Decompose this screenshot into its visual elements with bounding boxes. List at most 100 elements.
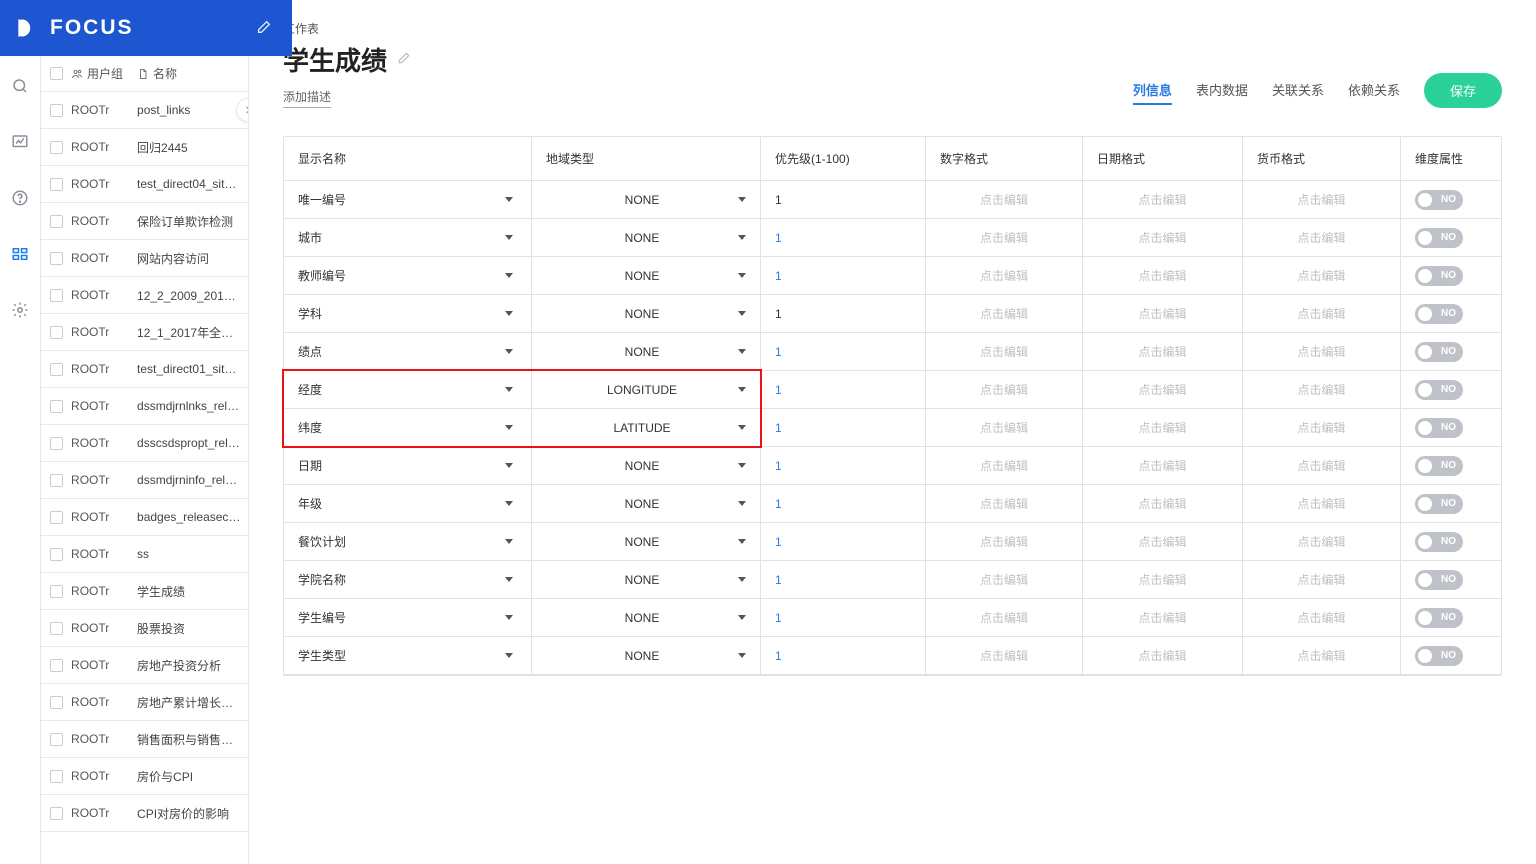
toggle-off[interactable]: NO <box>1415 380 1463 400</box>
rail-search-button[interactable] <box>4 70 36 102</box>
list-item[interactable]: ROOTr 销售面积与销售额之间的关 <box>41 721 248 758</box>
brand-edit-button[interactable] <box>256 19 272 38</box>
toggle-off[interactable]: NO <box>1415 456 1463 476</box>
panel-list[interactable]: ROOTr post_links ROOTr 回归2445 ROOTr test… <box>41 92 248 864</box>
list-item[interactable]: ROOTr dsscsdspropt_releaseci_r <box>41 425 248 462</box>
cell-dim-toggle[interactable]: NO <box>1401 181 1501 219</box>
cell-priority[interactable]: 1 <box>761 257 926 295</box>
cell-priority[interactable]: 1 <box>761 409 926 447</box>
toggle-off[interactable]: NO <box>1415 494 1463 514</box>
cell-name[interactable]: 经度 <box>284 371 532 409</box>
cell-priority[interactable]: 1 <box>761 295 926 333</box>
cell-name[interactable]: 年级 <box>284 485 532 523</box>
list-item[interactable]: ROOTr 回归2445 <box>41 129 248 166</box>
cell-date-format[interactable]: 点击编辑 <box>1083 561 1243 599</box>
cell-geo[interactable]: NONE <box>532 181 761 219</box>
cell-date-format[interactable]: 点击编辑 <box>1083 485 1243 523</box>
cell-num-format[interactable]: 点击编辑 <box>926 181 1083 219</box>
cell-num-format[interactable]: 点击编辑 <box>926 219 1083 257</box>
toggle-off[interactable]: NO <box>1415 228 1463 248</box>
list-item[interactable]: ROOTr 12_1_2017年全国主要城市 <box>41 314 248 351</box>
cell-date-format[interactable]: 点击编辑 <box>1083 599 1243 637</box>
cell-date-format[interactable]: 点击编辑 <box>1083 257 1243 295</box>
cell-currency-format[interactable]: 点击编辑 <box>1243 409 1401 447</box>
cell-num-format[interactable]: 点击编辑 <box>926 257 1083 295</box>
cell-priority[interactable]: 1 <box>761 637 926 675</box>
toggle-off[interactable]: NO <box>1415 646 1463 666</box>
cell-num-format[interactable]: 点击编辑 <box>926 409 1083 447</box>
list-item[interactable]: ROOTr 房地产累计增长面积情况 <box>41 684 248 721</box>
cell-name[interactable]: 学生类型 <box>284 637 532 675</box>
toggle-off[interactable]: NO <box>1415 608 1463 628</box>
cell-num-format[interactable]: 点击编辑 <box>926 447 1083 485</box>
cell-name[interactable]: 绩点 <box>284 333 532 371</box>
cell-currency-format[interactable]: 点击编辑 <box>1243 181 1401 219</box>
cell-num-format[interactable]: 点击编辑 <box>926 295 1083 333</box>
row-checkbox[interactable] <box>50 289 63 302</box>
toggle-off[interactable]: NO <box>1415 342 1463 362</box>
cell-date-format[interactable]: 点击编辑 <box>1083 181 1243 219</box>
cell-priority[interactable]: 1 <box>761 181 926 219</box>
cell-currency-format[interactable]: 点击编辑 <box>1243 561 1401 599</box>
cell-priority[interactable]: 1 <box>761 561 926 599</box>
cell-num-format[interactable]: 点击编辑 <box>926 485 1083 523</box>
cell-currency-format[interactable]: 点击编辑 <box>1243 523 1401 561</box>
tab-1[interactable]: 表内数据 <box>1196 76 1248 105</box>
cell-geo[interactable]: NONE <box>532 447 761 485</box>
cell-dim-toggle[interactable]: NO <box>1401 295 1501 333</box>
row-checkbox[interactable] <box>50 807 63 820</box>
cell-geo[interactable]: NONE <box>532 295 761 333</box>
title-edit-button[interactable] <box>397 51 411 68</box>
cell-name[interactable]: 日期 <box>284 447 532 485</box>
list-item[interactable]: ROOTr 学生成绩 <box>41 573 248 610</box>
cell-priority[interactable]: 1 <box>761 599 926 637</box>
col-header-priority[interactable]: 优先级(1-100) <box>761 137 926 181</box>
row-checkbox[interactable] <box>50 659 63 672</box>
cell-geo[interactable]: NONE <box>532 333 761 371</box>
list-item[interactable]: ROOTr 股票投资 <box>41 610 248 647</box>
row-checkbox[interactable] <box>50 511 63 524</box>
cell-dim-toggle[interactable]: NO <box>1401 333 1501 371</box>
cell-currency-format[interactable]: 点击编辑 <box>1243 485 1401 523</box>
cell-priority[interactable]: 1 <box>761 523 926 561</box>
list-item[interactable]: ROOTr 房地产投资分析 <box>41 647 248 684</box>
cell-dim-toggle[interactable]: NO <box>1401 219 1501 257</box>
rail-settings-button[interactable] <box>4 294 36 326</box>
tab-2[interactable]: 关联关系 <box>1272 76 1324 105</box>
cell-currency-format[interactable]: 点击编辑 <box>1243 219 1401 257</box>
cell-priority[interactable]: 1 <box>761 371 926 409</box>
list-item[interactable]: ROOTr badges_releaseci_p66352 <box>41 499 248 536</box>
cell-currency-format[interactable]: 点击编辑 <box>1243 371 1401 409</box>
row-checkbox[interactable] <box>50 437 63 450</box>
cell-priority[interactable]: 1 <box>761 333 926 371</box>
toggle-off[interactable]: NO <box>1415 304 1463 324</box>
cell-currency-format[interactable]: 点击编辑 <box>1243 447 1401 485</box>
cell-date-format[interactable]: 点击编辑 <box>1083 409 1243 447</box>
col-header-currency[interactable]: 货币格式 <box>1243 137 1401 181</box>
toggle-off[interactable]: NO <box>1415 570 1463 590</box>
cell-geo[interactable]: NONE <box>532 637 761 675</box>
col-header-dim[interactable]: 维度属性 <box>1401 137 1501 181</box>
list-item[interactable]: ROOTr ss <box>41 536 248 573</box>
row-checkbox[interactable] <box>50 770 63 783</box>
tab-3[interactable]: 依赖关系 <box>1348 76 1400 105</box>
col-header-name[interactable]: 显示名称 <box>284 137 532 181</box>
cell-num-format[interactable]: 点击编辑 <box>926 523 1083 561</box>
row-checkbox[interactable] <box>50 622 63 635</box>
cell-date-format[interactable]: 点击编辑 <box>1083 447 1243 485</box>
list-item[interactable]: ROOTr post_links <box>41 92 248 129</box>
list-item[interactable]: ROOTr 网站内容访问 <box>41 240 248 277</box>
row-checkbox[interactable] <box>50 696 63 709</box>
cell-dim-toggle[interactable]: NO <box>1401 599 1501 637</box>
breadcrumb[interactable]: 工作表 <box>283 20 411 37</box>
cell-dim-toggle[interactable]: NO <box>1401 561 1501 599</box>
cell-geo[interactable]: NONE <box>532 599 761 637</box>
row-checkbox[interactable] <box>50 141 63 154</box>
cell-date-format[interactable]: 点击编辑 <box>1083 371 1243 409</box>
col-header-num[interactable]: 数字格式 <box>926 137 1083 181</box>
cell-name[interactable]: 学生编号 <box>284 599 532 637</box>
cell-name[interactable]: 学院名称 <box>284 561 532 599</box>
list-item[interactable]: ROOTr test_direct01_sit_m58107 <box>41 351 248 388</box>
cell-dim-toggle[interactable]: NO <box>1401 371 1501 409</box>
cell-name[interactable]: 餐饮计划 <box>284 523 532 561</box>
